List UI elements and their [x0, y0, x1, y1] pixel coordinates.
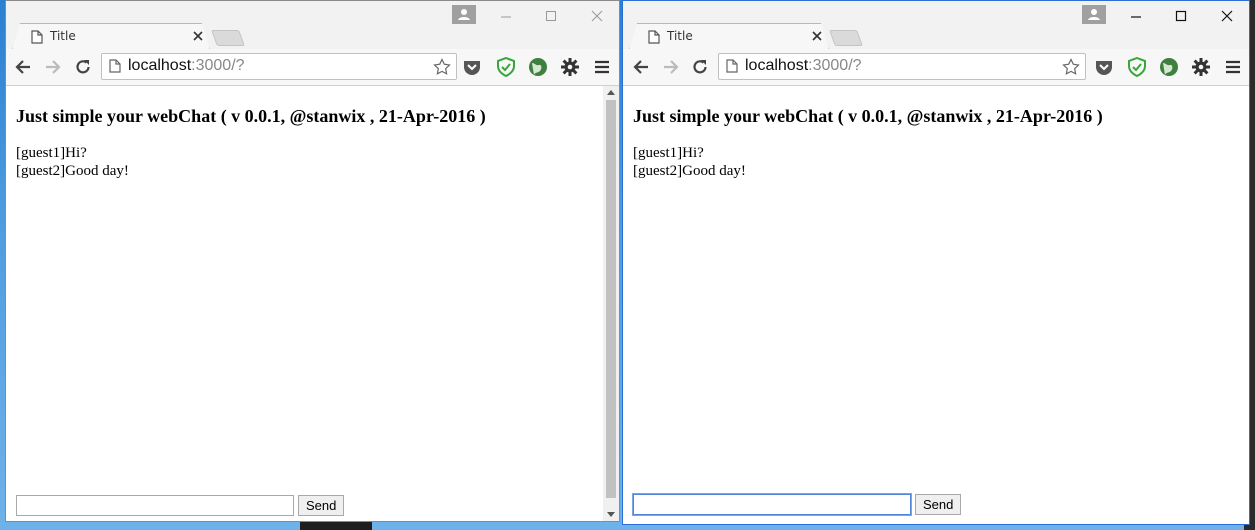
minimize-icon[interactable]	[499, 9, 513, 23]
scroll-thumb[interactable]	[606, 100, 616, 498]
pocket-icon[interactable]	[1094, 57, 1114, 77]
forward-icon[interactable]	[44, 58, 62, 76]
message-list: [guest1]Hi? [guest2]Good day!	[16, 144, 129, 180]
close-icon[interactable]	[812, 31, 822, 41]
title-bar: Title	[6, 1, 619, 49]
pocket-icon[interactable]	[462, 57, 482, 77]
back-icon[interactable]	[632, 58, 650, 76]
tab-title: Title	[50, 29, 76, 43]
address-bar[interactable]: localhost:3000/?	[718, 53, 1086, 80]
page-content: Just simple your webChat ( v 0.0.1, @sta…	[623, 86, 1249, 524]
page-title: Just simple your webChat ( v 0.0.1, @sta…	[16, 106, 486, 126]
message-item: [guest1]Hi?	[633, 145, 704, 161]
window-close-icon[interactable]	[1220, 9, 1234, 23]
scroll-down-icon[interactable]	[607, 512, 615, 517]
forward-icon[interactable]	[662, 58, 680, 76]
back-icon[interactable]	[14, 58, 32, 76]
new-tab-icon[interactable]	[211, 30, 245, 46]
minimize-icon[interactable]	[1129, 9, 1143, 23]
gear-icon[interactable]	[560, 57, 580, 77]
page-content: Just simple your webChat ( v 0.0.1, @sta…	[6, 86, 603, 521]
message-item: [guest1]Hi?	[16, 145, 87, 161]
menu-icon[interactable]	[1223, 57, 1243, 77]
message-list: [guest1]Hi? [guest2]Good day!	[633, 144, 746, 180]
maximize-icon[interactable]	[1174, 9, 1188, 23]
new-tab-icon[interactable]	[829, 30, 863, 46]
scroll-up-icon[interactable]	[607, 90, 615, 95]
browser-window-left: Title localhost:3000/? Just simple your …	[5, 0, 620, 522]
page-title: Just simple your webChat ( v 0.0.1, @sta…	[633, 106, 1103, 126]
reload-icon[interactable]	[74, 58, 92, 76]
browser-tab[interactable]: Title	[629, 23, 829, 50]
message-input[interactable]	[16, 495, 294, 516]
page-icon	[109, 59, 121, 73]
message-input[interactable]	[633, 494, 911, 515]
menu-icon[interactable]	[592, 57, 612, 77]
reload-icon[interactable]	[691, 58, 709, 76]
send-button[interactable]: Send	[298, 495, 345, 516]
browser-toolbar: localhost:3000/?	[623, 49, 1249, 86]
address-bar[interactable]: localhost:3000/?	[101, 53, 457, 80]
user-icon[interactable]	[452, 5, 476, 24]
tab-title: Title	[667, 29, 693, 43]
browser-toolbar: localhost:3000/?	[6, 49, 619, 86]
url-text: localhost:3000/?	[128, 57, 245, 74]
bookmark-star-icon[interactable]	[433, 58, 451, 76]
window-close-icon[interactable]	[590, 9, 604, 23]
message-item: [guest2]Good day!	[16, 163, 129, 179]
globe-extension-icon[interactable]	[1159, 57, 1179, 77]
file-icon	[648, 30, 660, 44]
url-text: localhost:3000/?	[745, 57, 862, 74]
bookmark-star-icon[interactable]	[1062, 58, 1080, 76]
gear-icon[interactable]	[1191, 57, 1211, 77]
scrollbar[interactable]	[603, 86, 619, 521]
globe-extension-icon[interactable]	[528, 57, 548, 77]
maximize-icon[interactable]	[544, 9, 558, 23]
close-icon[interactable]	[193, 31, 203, 41]
file-icon	[31, 30, 43, 44]
shield-check-icon[interactable]	[1127, 57, 1147, 77]
send-button[interactable]: Send	[915, 494, 962, 515]
page-icon	[726, 59, 738, 73]
user-icon[interactable]	[1082, 5, 1106, 24]
message-item: [guest2]Good day!	[633, 163, 746, 179]
browser-tab[interactable]: Title	[12, 23, 210, 50]
shield-check-icon[interactable]	[496, 57, 516, 77]
browser-window-right: Title localhost:3000/? Just simple your …	[622, 0, 1250, 525]
title-bar: Title	[623, 1, 1249, 49]
